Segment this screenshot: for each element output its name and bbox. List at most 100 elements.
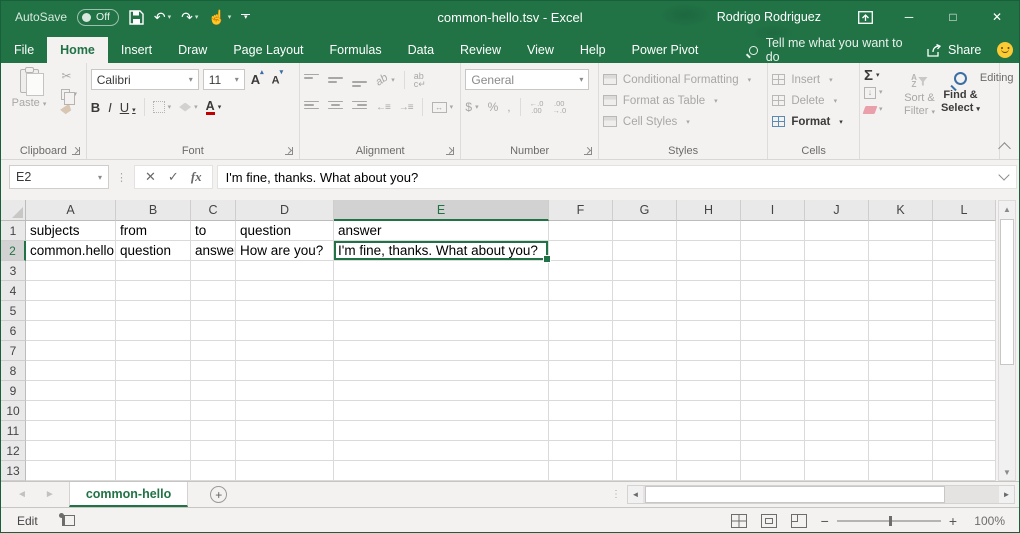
cell-A6[interactable]	[26, 321, 116, 341]
cell-A7[interactable]	[26, 341, 116, 361]
comma-style-button[interactable]: ,	[507, 101, 510, 114]
cell-K2[interactable]	[869, 241, 933, 261]
vertical-scroll-track[interactable]	[999, 217, 1015, 464]
cell-E4[interactable]	[334, 281, 549, 301]
cell-L3[interactable]	[933, 261, 996, 281]
page-layout-view-button[interactable]	[761, 514, 777, 528]
cell-I10[interactable]	[741, 401, 805, 421]
cell-H4[interactable]	[677, 281, 741, 301]
cell-E5[interactable]	[334, 301, 549, 321]
cell-A2[interactable]: common.hello	[26, 241, 116, 261]
cell-E10[interactable]	[334, 401, 549, 421]
scroll-up-icon[interactable]: ▲	[999, 201, 1015, 217]
cell-G1[interactable]	[613, 221, 677, 241]
cell-L4[interactable]	[933, 281, 996, 301]
cell-C13[interactable]	[191, 461, 236, 481]
sort-filter-button[interactable]: AZ Sort &Filter	[904, 70, 935, 159]
expand-formula-bar-icon[interactable]	[998, 169, 1009, 180]
find-select-button[interactable]: Find &Select	[941, 70, 980, 159]
share-button[interactable]: Share	[917, 37, 991, 63]
cell-D1[interactable]: question	[236, 221, 334, 241]
new-sheet-button[interactable]: +	[210, 482, 227, 507]
scroll-left-icon[interactable]: ◄	[628, 486, 643, 503]
tab-view[interactable]: View	[514, 37, 567, 63]
cell-L8[interactable]	[933, 361, 996, 381]
cell-G7[interactable]	[613, 341, 677, 361]
row-header-5[interactable]: 5	[1, 301, 26, 321]
cell-H3[interactable]	[677, 261, 741, 281]
cell-C2[interactable]: answer	[191, 241, 236, 261]
row-header-1[interactable]: 1	[1, 221, 26, 241]
cell-I6[interactable]	[741, 321, 805, 341]
cell-B9[interactable]	[116, 381, 191, 401]
column-header-I[interactable]: I	[741, 200, 805, 221]
paste-button[interactable]: Paste	[9, 69, 49, 109]
cell-I8[interactable]	[741, 361, 805, 381]
cell-H8[interactable]	[677, 361, 741, 381]
cell-B13[interactable]	[116, 461, 191, 481]
tab-data[interactable]: Data	[395, 37, 447, 63]
cancel-button[interactable]: ✕	[145, 169, 156, 185]
cell-E1[interactable]: answer	[334, 221, 549, 241]
cell-A8[interactable]	[26, 361, 116, 381]
cell-D5[interactable]	[236, 301, 334, 321]
ribbon-display-options-button[interactable]	[843, 1, 887, 33]
tab-scrollbar-splitter[interactable]: ⋮	[605, 482, 627, 507]
cell-D12[interactable]	[236, 441, 334, 461]
scroll-right-icon[interactable]: ►	[999, 486, 1014, 503]
cell-E2[interactable]: I'm fine, thanks. What about you?	[334, 241, 549, 261]
cell-D7[interactable]	[236, 341, 334, 361]
merge-center-button[interactable]: ↔	[432, 101, 454, 114]
cell-E13[interactable]	[334, 461, 549, 481]
tab-page-layout[interactable]: Page Layout	[220, 37, 316, 63]
format-painter-button[interactable]	[61, 106, 77, 113]
row-header-2[interactable]: 2	[1, 241, 26, 261]
macro-record-button[interactable]	[62, 515, 75, 526]
insert-function-button[interactable]: fx	[191, 169, 202, 185]
alignment-dialog-launcher[interactable]	[446, 147, 454, 155]
percent-style-button[interactable]: %	[488, 101, 499, 114]
zoom-slider[interactable]	[837, 520, 941, 522]
cell-C3[interactable]	[191, 261, 236, 281]
column-header-L[interactable]: L	[933, 200, 996, 221]
increase-decimal-button[interactable]: ←.0.00	[530, 100, 544, 114]
cell-L6[interactable]	[933, 321, 996, 341]
cell-A12[interactable]	[26, 441, 116, 461]
cell-L9[interactable]	[933, 381, 996, 401]
font-size-select[interactable]: 11▾	[203, 69, 245, 90]
cell-C5[interactable]	[191, 301, 236, 321]
column-header-H[interactable]: H	[677, 200, 741, 221]
close-button[interactable]: ✕	[975, 1, 1019, 33]
cell-H7[interactable]	[677, 341, 741, 361]
touch-mouse-mode-button[interactable]: ☝▾	[208, 10, 231, 24]
align-center-button[interactable]	[328, 101, 343, 114]
minimize-button[interactable]: ─	[887, 1, 931, 33]
number-dialog-launcher[interactable]	[584, 147, 592, 155]
row-header-9[interactable]: 9	[1, 381, 26, 401]
decrease-indent-button[interactable]: ←≡	[376, 102, 390, 113]
increase-indent-button[interactable]: →≡	[399, 102, 413, 113]
tab-insert[interactable]: Insert	[108, 37, 165, 63]
cell-J7[interactable]	[805, 341, 869, 361]
increase-font-size-button[interactable]: A▴	[249, 72, 266, 87]
cell-K8[interactable]	[869, 361, 933, 381]
horizontal-scroll-track[interactable]	[643, 486, 999, 503]
cell-J4[interactable]	[805, 281, 869, 301]
cell-H6[interactable]	[677, 321, 741, 341]
cell-D11[interactable]	[236, 421, 334, 441]
cell-A11[interactable]	[26, 421, 116, 441]
column-header-J[interactable]: J	[805, 200, 869, 221]
collapse-ribbon-button[interactable]	[998, 142, 1011, 155]
cell-H13[interactable]	[677, 461, 741, 481]
enter-button[interactable]: ✓	[168, 169, 179, 185]
cell-F13[interactable]	[549, 461, 613, 481]
cell-C12[interactable]	[191, 441, 236, 461]
cell-B12[interactable]	[116, 441, 191, 461]
cell-G8[interactable]	[613, 361, 677, 381]
cell-B1[interactable]: from	[116, 221, 191, 241]
cell-L11[interactable]	[933, 421, 996, 441]
format-as-table-button[interactable]: Format as Table	[603, 90, 763, 111]
cell-L10[interactable]	[933, 401, 996, 421]
cell-H11[interactable]	[677, 421, 741, 441]
cell-E6[interactable]	[334, 321, 549, 341]
